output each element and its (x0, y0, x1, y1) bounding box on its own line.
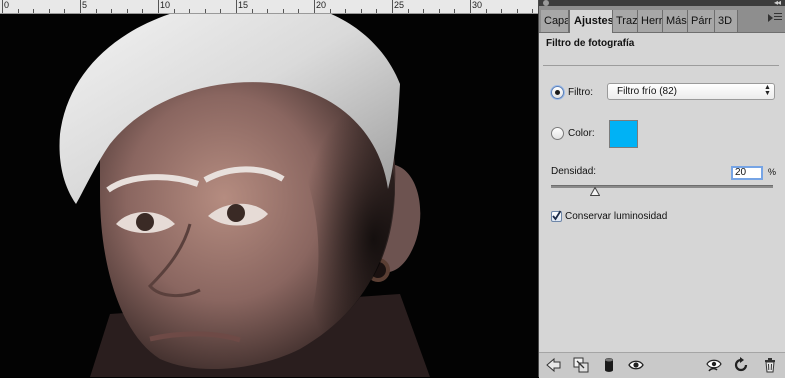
panel-divider (543, 65, 779, 66)
ruler-tick (345, 9, 346, 13)
density-input[interactable]: 20 (731, 166, 763, 180)
document-canvas[interactable]: 0 5 10 15 20 25 30 (0, 0, 538, 377)
ruler-tick (220, 9, 221, 13)
horizontal-ruler[interactable]: 0 5 10 15 20 25 30 (0, 0, 538, 14)
density-label: Densidad: (551, 166, 597, 177)
ruler-tick (2, 0, 3, 13)
ruler-tick (376, 9, 377, 13)
tab-3d[interactable]: 3D (715, 10, 738, 32)
ruler-label: 15 (238, 0, 249, 10)
adjustments-panel: ◂◂ Capa Ajustes Traz Herr Más Párr 3D Filtro d… (538, 0, 785, 378)
ruler-tick (267, 9, 268, 13)
ruler-tick (314, 0, 315, 13)
visibility-state-icon[interactable] (601, 357, 617, 373)
ruler-tick (18, 9, 19, 13)
filter-select[interactable]: Filtro frío (82) ▲ ▼ (607, 83, 775, 100)
ruler-label: 10 (160, 0, 171, 10)
filter-label: Filtro: (568, 87, 593, 98)
ruler-label: 25 (394, 0, 405, 10)
tab-capa[interactable]: Capa (541, 10, 569, 32)
view-previous-icon[interactable] (706, 357, 722, 373)
ruler-tick (470, 0, 471, 13)
tab-herr[interactable]: Herr (638, 10, 663, 32)
ruler-tick (158, 0, 159, 13)
ruler-label: 20 (316, 0, 327, 10)
portrait-photo (59, 14, 430, 377)
density-slider-track[interactable] (551, 185, 773, 188)
filter-select-value: Filtro frío (82) (617, 86, 678, 97)
ruler-label: 30 (472, 0, 483, 10)
ruler-tick (111, 9, 112, 13)
preserve-luminosity-checkbox[interactable] (551, 210, 562, 222)
preserve-luminosity-label: Conservar luminosidad (565, 211, 668, 222)
ruler-tick (408, 9, 409, 13)
tab-más[interactable]: Más (663, 10, 688, 32)
tab-traz[interactable]: Traz (613, 10, 638, 32)
ruler-tick (252, 9, 253, 13)
back-arrow-icon[interactable] (545, 357, 561, 373)
ruler-tick (189, 9, 190, 13)
panel-bottom-bar (539, 352, 785, 378)
density-unit: % (768, 167, 777, 177)
ruler-tick (80, 0, 81, 13)
panel-title: Filtro de fotografía (546, 38, 635, 49)
ruler-tick (283, 9, 284, 13)
checkmark-icon (552, 210, 562, 221)
ruler-tick (392, 0, 393, 13)
ruler-tick (501, 9, 502, 13)
ruler-tick (33, 9, 34, 13)
ruler-tick (127, 9, 128, 13)
ruler-tick (298, 9, 299, 13)
panel-menu-icon[interactable] (768, 12, 782, 22)
ruler-tick (205, 9, 206, 13)
ruler-tick (486, 9, 487, 13)
color-radio[interactable] (551, 127, 564, 140)
ruler-tick (236, 0, 237, 13)
ruler-tick (96, 9, 97, 13)
select-arrows-icon: ▲ ▼ (764, 84, 771, 97)
ruler-tick (517, 9, 518, 13)
color-swatch[interactable] (609, 120, 638, 148)
eye-icon[interactable] (628, 357, 644, 373)
ruler-label: 0 (4, 0, 10, 10)
color-label: Color: (568, 128, 595, 139)
trash-icon[interactable] (762, 357, 778, 373)
panel-tabs: Capa Ajustes Traz Herr Más Párr 3D (539, 6, 785, 33)
reset-icon[interactable] (733, 357, 749, 373)
ruler-tick (439, 9, 440, 13)
clip-to-layer-icon[interactable] (573, 357, 589, 373)
ruler-tick (454, 9, 455, 13)
ruler-tick (142, 9, 143, 13)
ruler-tick (361, 9, 362, 13)
ruler-tick (49, 9, 50, 13)
ruler-label: 5 (82, 0, 88, 10)
ruler-tick (64, 9, 65, 13)
ruler-tick (174, 9, 175, 13)
tab-ajustes[interactable]: Ajustes (569, 10, 613, 33)
ruler-tick (532, 9, 533, 13)
ruler-tick (330, 9, 331, 13)
filter-radio[interactable] (551, 86, 564, 99)
tab-párr[interactable]: Párr (688, 10, 715, 32)
ruler-tick (423, 9, 424, 13)
